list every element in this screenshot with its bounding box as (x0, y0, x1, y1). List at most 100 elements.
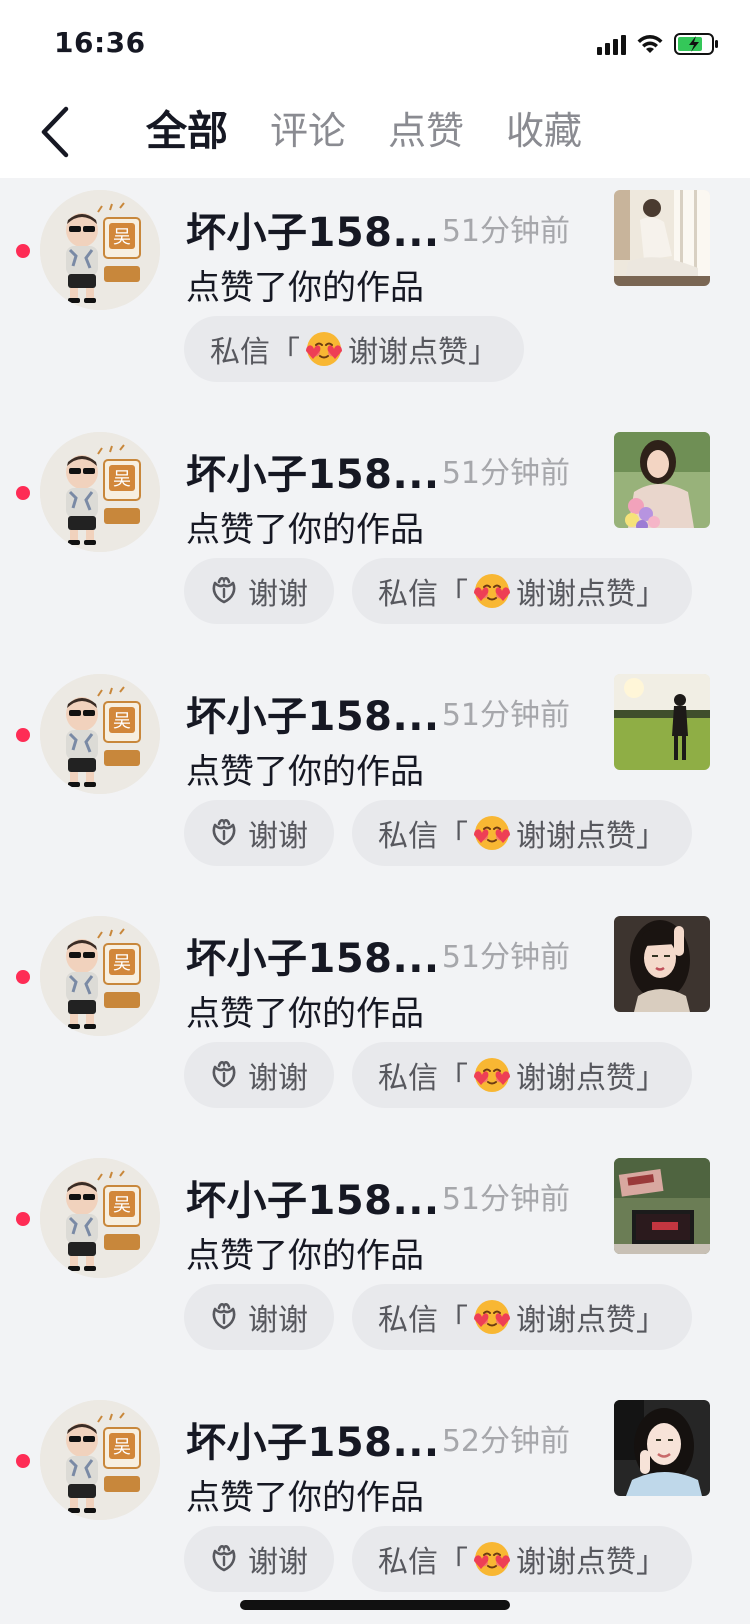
thanks-flower-icon (210, 1302, 238, 1332)
avatar-badge-text: 吴 (113, 1195, 131, 1216)
thanks-label: 谢谢 (248, 1545, 308, 1580)
time-ago: 52分钟前 (441, 1424, 570, 1459)
notification-item[interactable]: 吴 坏小子158... 51分钟前 点赞了你的作品 谢谢 私信「 谢谢点赞」 (0, 904, 750, 1146)
thanks-button[interactable]: 谢谢 (184, 1284, 334, 1350)
action-text: 点赞了你的作品 (186, 1236, 424, 1276)
dm-reply-button[interactable]: 私信「 谢谢点赞」 (184, 316, 524, 382)
unread-dot (16, 970, 30, 984)
thanks-label: 谢谢 (248, 1061, 308, 1096)
notification-list: 吴 坏小子158... 51分钟前 点赞了你的作品 私信「 谢谢点赞」 吴 坏小… (0, 178, 750, 1624)
avatar[interactable]: 吴 (40, 916, 160, 1036)
blush-hug-emoji-icon (306, 332, 342, 366)
dm-reply-button[interactable]: 私信「 谢谢点赞」 (352, 800, 692, 866)
post-thumbnail-woman-on-grass-sunset[interactable] (614, 674, 710, 770)
time-ago: 51分钟前 (441, 1182, 570, 1217)
notification-item[interactable]: 吴 坏小子158... 51分钟前 点赞了你的作品 谢谢 私信「 谢谢点赞」 (0, 662, 750, 904)
unread-dot (16, 486, 30, 500)
action-text: 点赞了你的作品 (186, 510, 424, 550)
thanks-flower-icon (210, 1060, 238, 1090)
notification-item[interactable]: 吴 坏小子158... 52分钟前 点赞了你的作品 谢谢 私信「 谢谢点赞」 (0, 1388, 750, 1624)
thanks-button[interactable]: 谢谢 (184, 558, 334, 624)
tab-comments[interactable]: 评论 (270, 106, 346, 156)
thanks-label: 谢谢 (248, 1303, 308, 1338)
action-text: 点赞了你的作品 (186, 752, 424, 792)
dm-reply-button[interactable]: 私信「 谢谢点赞」 (352, 558, 692, 624)
time-ago: 51分钟前 (441, 698, 570, 733)
username[interactable]: 坏小子158... (186, 442, 440, 500)
dm-suffix: 谢谢点赞」 (516, 819, 666, 854)
avatar[interactable]: 吴 (40, 432, 160, 552)
back-button[interactable] (30, 102, 80, 162)
username[interactable]: 坏小子158... (186, 1410, 440, 1468)
post-thumbnail-woman-portrait-dark[interactable] (614, 916, 710, 1012)
username[interactable]: 坏小子158... (186, 1168, 440, 1226)
dm-suffix: 谢谢点赞」 (348, 335, 498, 370)
thanks-label: 谢谢 (248, 577, 308, 612)
status-icons (597, 30, 720, 58)
tab-favorites[interactable]: 收藏 (506, 106, 582, 156)
dm-suffix: 谢谢点赞」 (516, 1303, 666, 1338)
avatar-image: 吴 (40, 190, 160, 310)
time-ago: 51分钟前 (441, 214, 570, 249)
status-time: 16:36 (54, 26, 146, 59)
notification-item[interactable]: 吴 坏小子158... 51分钟前 点赞了你的作品 私信「 谢谢点赞」 (0, 178, 750, 420)
thanks-button[interactable]: 谢谢 (184, 1042, 334, 1108)
blush-hug-emoji-icon (474, 816, 510, 850)
thanks-flower-icon (210, 818, 238, 848)
tab-bar: 全部 评论 点赞 收藏 (146, 106, 582, 156)
thanks-button[interactable]: 谢谢 (184, 800, 334, 866)
avatar-badge-text: 吴 (113, 1437, 131, 1458)
tab-all[interactable]: 全部 (146, 106, 228, 156)
quick-reply-row: 谢谢 私信「 谢谢点赞」 (184, 1526, 692, 1592)
post-thumbnail-woman-reading-window[interactable] (614, 190, 710, 286)
avatar[interactable]: 吴 (40, 1400, 160, 1520)
unread-dot (16, 1454, 30, 1468)
thanks-button[interactable]: 谢谢 (184, 1526, 334, 1592)
blush-hug-emoji-icon (474, 574, 510, 608)
notification-item[interactable]: 吴 坏小子158... 51分钟前 点赞了你的作品 谢谢 私信「 谢谢点赞」 (0, 420, 750, 662)
avatar-image: 吴 (40, 432, 160, 552)
notification-item[interactable]: 吴 坏小子158... 51分钟前 点赞了你的作品 谢谢 私信「 谢谢点赞」 (0, 1146, 750, 1388)
dm-prefix: 私信「 (378, 819, 468, 854)
dm-prefix: 私信「 (378, 577, 468, 612)
avatar[interactable]: 吴 (40, 190, 160, 310)
action-text: 点赞了你的作品 (186, 1478, 424, 1518)
chevron-left-icon (41, 106, 69, 158)
avatar-badge-text: 吴 (113, 227, 131, 248)
dm-reply-button[interactable]: 私信「 谢谢点赞」 (352, 1042, 692, 1108)
thanks-label: 谢谢 (248, 819, 308, 854)
quick-reply-row: 谢谢 私信「 谢谢点赞」 (184, 1042, 692, 1108)
username[interactable]: 坏小子158... (186, 200, 440, 258)
dm-prefix: 私信「 (378, 1303, 468, 1338)
avatar-image: 吴 (40, 1158, 160, 1278)
avatar[interactable]: 吴 (40, 674, 160, 794)
username[interactable]: 坏小子158... (186, 684, 440, 742)
blush-hug-emoji-icon (474, 1542, 510, 1576)
unread-dot (16, 1212, 30, 1226)
quick-reply-row: 私信「 谢谢点赞」 (184, 316, 524, 382)
blush-hug-emoji-icon (474, 1300, 510, 1334)
post-thumbnail-woman-with-flowers[interactable] (614, 432, 710, 528)
username[interactable]: 坏小子158... (186, 926, 440, 984)
avatar[interactable]: 吴 (40, 1158, 160, 1278)
dm-suffix: 谢谢点赞」 (516, 1545, 666, 1580)
wifi-icon (636, 33, 664, 55)
avatar-image: 吴 (40, 674, 160, 794)
blush-hug-emoji-icon (474, 1058, 510, 1092)
dm-reply-button[interactable]: 私信「 谢谢点赞」 (352, 1284, 692, 1350)
tab-likes[interactable]: 点赞 (388, 106, 464, 156)
time-ago: 51分钟前 (441, 940, 570, 975)
avatar-badge-text: 吴 (113, 469, 131, 490)
time-ago: 51分钟前 (441, 456, 570, 491)
post-thumbnail-woman-selfie-car[interactable] (614, 1400, 710, 1496)
avatar-image: 吴 (40, 916, 160, 1036)
unread-dot (16, 728, 30, 742)
quick-reply-row: 谢谢 私信「 谢谢点赞」 (184, 1284, 692, 1350)
avatar-image: 吴 (40, 1400, 160, 1520)
battery-charging-icon (674, 32, 720, 56)
status-bar: 16:36 (0, 0, 750, 86)
dm-suffix: 谢谢点赞」 (516, 577, 666, 612)
post-thumbnail-gift-box-outdoors[interactable] (614, 1158, 710, 1254)
dm-reply-button[interactable]: 私信「 谢谢点赞」 (352, 1526, 692, 1592)
home-indicator[interactable] (240, 1600, 510, 1610)
